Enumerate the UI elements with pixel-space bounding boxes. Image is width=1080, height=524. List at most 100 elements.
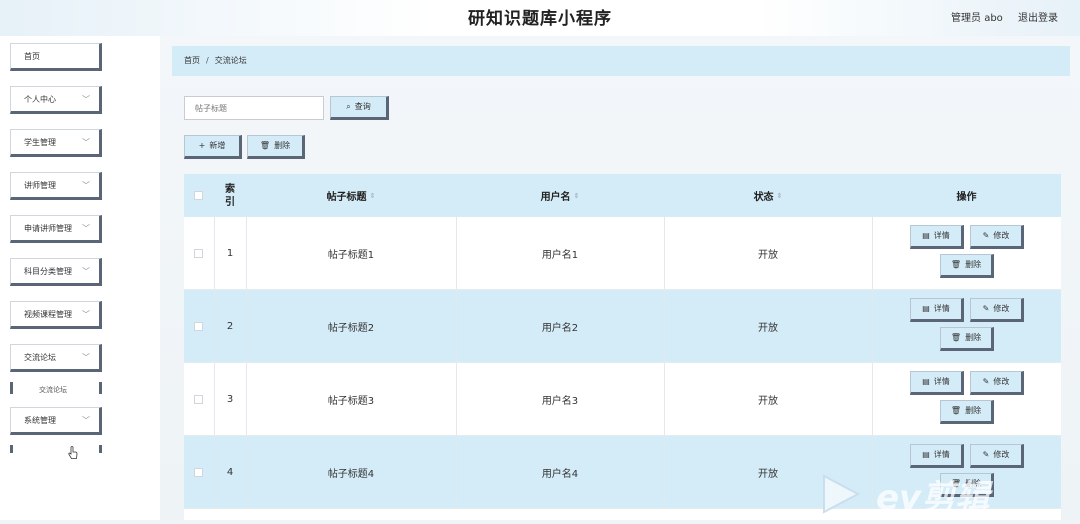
sort-icon: ⇕ <box>369 191 376 200</box>
row-checkbox[interactable] <box>194 395 203 404</box>
app-title: 研知识题库小程序 <box>468 9 612 29</box>
user-info: 管理员 abo 退出登录 <box>939 9 1058 24</box>
edit-button[interactable]: ✎ 修改 <box>970 298 1024 322</box>
trash-icon: 🗑 <box>950 333 962 342</box>
chevron-down-icon: ﹀ <box>82 267 90 276</box>
detail-button[interactable]: ▤ 详情 <box>910 371 964 395</box>
edit-button-label: 修改 <box>993 304 1010 313</box>
edit-button[interactable]: ✎ 修改 <box>970 225 1024 249</box>
delete-button[interactable]: 🗑 删除 <box>247 135 305 159</box>
chevron-down-icon: ﹀ <box>82 95 90 104</box>
trash-icon: 🗑 <box>950 406 962 415</box>
detail-button-label: 详情 <box>933 377 950 386</box>
header-actions-label: 操作 <box>956 192 977 203</box>
add-button-label: 新增 <box>209 141 226 150</box>
row-delete-button[interactable]: 🗑 删除 <box>940 400 994 424</box>
row-checkbox[interactable] <box>194 468 203 477</box>
detail-button[interactable]: ▤ 详情 <box>910 298 964 322</box>
row-delete-button-label: 删除 <box>965 260 982 269</box>
sidebar-item-video-course[interactable]: 视频课程管理 ﹀ <box>10 301 102 329</box>
row-delete-button-label: 删除 <box>965 479 982 488</box>
document-icon: ▤ <box>922 377 930 386</box>
trash-icon: 🗑 <box>950 260 962 269</box>
sidebar-item-label: 学生管理 <box>24 138 56 147</box>
document-icon: ▤ <box>922 304 930 313</box>
cell-status: 开放 <box>758 322 778 334</box>
header-index: 索引 <box>214 174 246 217</box>
table-row: 4 帖子标题4 用户名4 开放 ▤ 详情 ✎ 修改 🗑 删除 <box>184 436 1061 509</box>
row-delete-button[interactable]: 🗑 删除 <box>940 473 994 497</box>
user-role-name: 管理员 abo <box>951 13 1003 24</box>
chevron-down-icon: ﹀ <box>82 353 90 362</box>
header-status[interactable]: 状态 ⇕ <box>664 174 872 217</box>
pencil-icon: ✎ <box>982 450 990 459</box>
cell-index: 2 <box>226 320 234 332</box>
sidebar-item-personal-center[interactable]: 个人中心 ﹀ <box>10 86 102 114</box>
submenu-item-forum[interactable]: 交流论坛 <box>10 382 102 394</box>
add-button[interactable]: + 新增 <box>184 135 242 159</box>
sidebar-item-label: 首页 <box>24 52 40 61</box>
pencil-icon: ✎ <box>982 304 990 313</box>
header-username[interactable]: 用户名 ⇕ <box>456 174 664 217</box>
table-row: 3 帖子标题3 用户名3 开放 ▤ 详情 ✎ 修改 🗑 删除 <box>184 363 1061 436</box>
cell-status: 开放 <box>758 395 778 407</box>
sort-icon: ⇕ <box>776 191 783 200</box>
cell-username: 用户名1 <box>541 249 579 261</box>
header-status-label: 状态 <box>753 192 774 203</box>
header-actions: 操作 <box>872 174 1061 217</box>
chevron-down-icon: ﹀ <box>82 416 90 425</box>
sidebar-item-forum[interactable]: 交流论坛 ﹀ <box>10 344 102 372</box>
edit-button[interactable]: ✎ 修改 <box>970 444 1024 468</box>
sidebar-item-label: 个人中心 <box>24 95 56 104</box>
sidebar-item-student-management[interactable]: 学生管理 ﹀ <box>10 129 102 157</box>
breadcrumb-home[interactable]: 首页 <box>184 56 200 65</box>
header-title-label: 帖子标题 <box>326 192 367 203</box>
search-icon: ⌕ <box>346 102 351 111</box>
sidebar-item-lecturer-application[interactable]: 申请讲师管理 ﹀ <box>10 215 102 243</box>
breadcrumb-separator: / <box>206 56 209 65</box>
forum-table: 索引 帖子标题 ⇕ 用户名 ⇕ 状态 ⇕ 操作 1 帖子标题1 用户名1 开放 ▤ 详情 <box>184 174 1061 520</box>
cell-username: 用户名4 <box>541 468 579 480</box>
edit-button[interactable]: ✎ 修改 <box>970 371 1024 395</box>
row-delete-button[interactable]: 🗑 删除 <box>940 327 994 351</box>
header-title[interactable]: 帖子标题 ⇕ <box>246 174 456 217</box>
sidebar-item-label: 申请讲师管理 <box>24 224 72 233</box>
row-checkbox[interactable] <box>194 249 203 258</box>
table-row: 2 帖子标题2 用户名2 开放 ▤ 详情 ✎ 修改 🗑 删除 <box>184 290 1061 363</box>
row-delete-button-label: 删除 <box>965 406 982 415</box>
sidebar-divider <box>10 445 102 453</box>
select-all-checkbox[interactable] <box>194 191 203 200</box>
detail-button-label: 详情 <box>933 304 950 313</box>
search-button[interactable]: ⌕ 查询 <box>330 96 389 120</box>
sidebar-item-home[interactable]: 首页 <box>10 43 102 71</box>
cell-title: 帖子标题2 <box>327 322 375 334</box>
detail-button[interactable]: ▤ 详情 <box>910 225 964 249</box>
breadcrumb-current: 交流论坛 <box>214 56 247 65</box>
cell-index: 1 <box>226 247 234 259</box>
delete-button-label: 删除 <box>274 141 291 150</box>
plus-icon: + <box>198 141 206 150</box>
table-row: 1 帖子标题1 用户名1 开放 ▤ 详情 ✎ 修改 🗑 删除 <box>184 217 1061 290</box>
sidebar-item-system-management[interactable]: 系统管理 ﹀ <box>10 407 102 435</box>
cell-index: 3 <box>226 393 234 405</box>
document-icon: ▤ <box>922 450 930 459</box>
detail-button[interactable]: ▤ 详情 <box>910 444 964 468</box>
row-delete-button[interactable]: 🗑 删除 <box>940 254 994 278</box>
trash-icon: 🗑 <box>259 141 271 150</box>
edit-button-label: 修改 <box>993 450 1010 459</box>
sidebar-item-subject-category[interactable]: 科目分类管理 ﹀ <box>10 258 102 286</box>
cell-status: 开放 <box>758 249 778 261</box>
top-header: 研知识题库小程序 管理员 abo 退出登录 <box>0 0 1080 36</box>
search-input[interactable] <box>184 96 324 120</box>
cell-username: 用户名2 <box>541 322 579 334</box>
chevron-down-icon: ﹀ <box>82 310 90 319</box>
sidebar-item-label: 视频课程管理 <box>24 310 72 319</box>
cell-index: 4 <box>226 466 234 478</box>
logout-link[interactable]: 退出登录 <box>1018 13 1058 24</box>
hand-cursor-icon <box>68 446 78 459</box>
sidebar-item-lecturer-management[interactable]: 讲师管理 ﹀ <box>10 172 102 200</box>
sidebar: 首页 个人中心 ﹀ 学生管理 ﹀ 讲师管理 ﹀ 申请讲师管理 ﹀ 科目分类管理 … <box>0 36 160 520</box>
breadcrumb: 首页 / 交流论坛 <box>172 46 1070 76</box>
cell-username: 用户名3 <box>541 395 579 407</box>
row-checkbox[interactable] <box>194 322 203 331</box>
